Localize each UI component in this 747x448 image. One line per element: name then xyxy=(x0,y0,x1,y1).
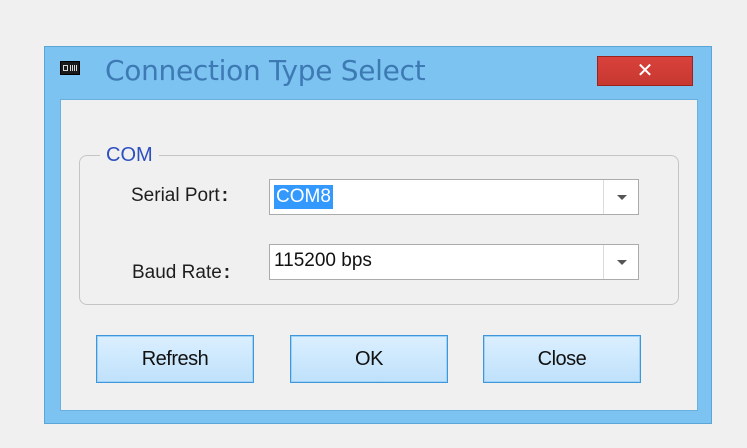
ok-button[interactable]: OK xyxy=(290,335,448,383)
baud-rate-label-text: Baud Rate xyxy=(132,262,222,283)
baud-rate-colon: : xyxy=(223,262,231,283)
terminal-icon xyxy=(60,61,80,75)
close-button[interactable]: Close xyxy=(483,335,641,383)
serial-port-value: COM8 xyxy=(274,185,333,209)
com-group: COM Serial Port: COM8 Baud Rate: 115200 … xyxy=(79,142,679,305)
serial-port-label: Serial Port: xyxy=(131,185,228,207)
baud-rate-label: Baud Rate: xyxy=(132,262,230,284)
serial-port-combobox[interactable]: COM8 xyxy=(269,179,639,215)
dialog-content: COM Serial Port: COM8 Baud Rate: 115200 … xyxy=(60,99,698,411)
group-title: COM xyxy=(100,142,159,168)
title-bar[interactable]: Connection Type Select ✕ xyxy=(45,47,711,99)
chevron-down-icon[interactable] xyxy=(603,245,638,279)
serial-port-label-text: Serial Port xyxy=(131,185,220,206)
serial-port-colon: : xyxy=(221,185,229,206)
baud-rate-combobox[interactable]: 115200 bps xyxy=(269,244,639,280)
close-window-button[interactable]: ✕ xyxy=(597,56,693,86)
chevron-down-icon[interactable] xyxy=(603,180,638,214)
refresh-button[interactable]: Refresh xyxy=(96,335,254,383)
window-title: Connection Type Select xyxy=(105,54,426,87)
baud-rate-value: 115200 bps xyxy=(274,250,372,271)
connection-type-dialog: Connection Type Select ✕ COM Serial Port… xyxy=(44,46,712,424)
